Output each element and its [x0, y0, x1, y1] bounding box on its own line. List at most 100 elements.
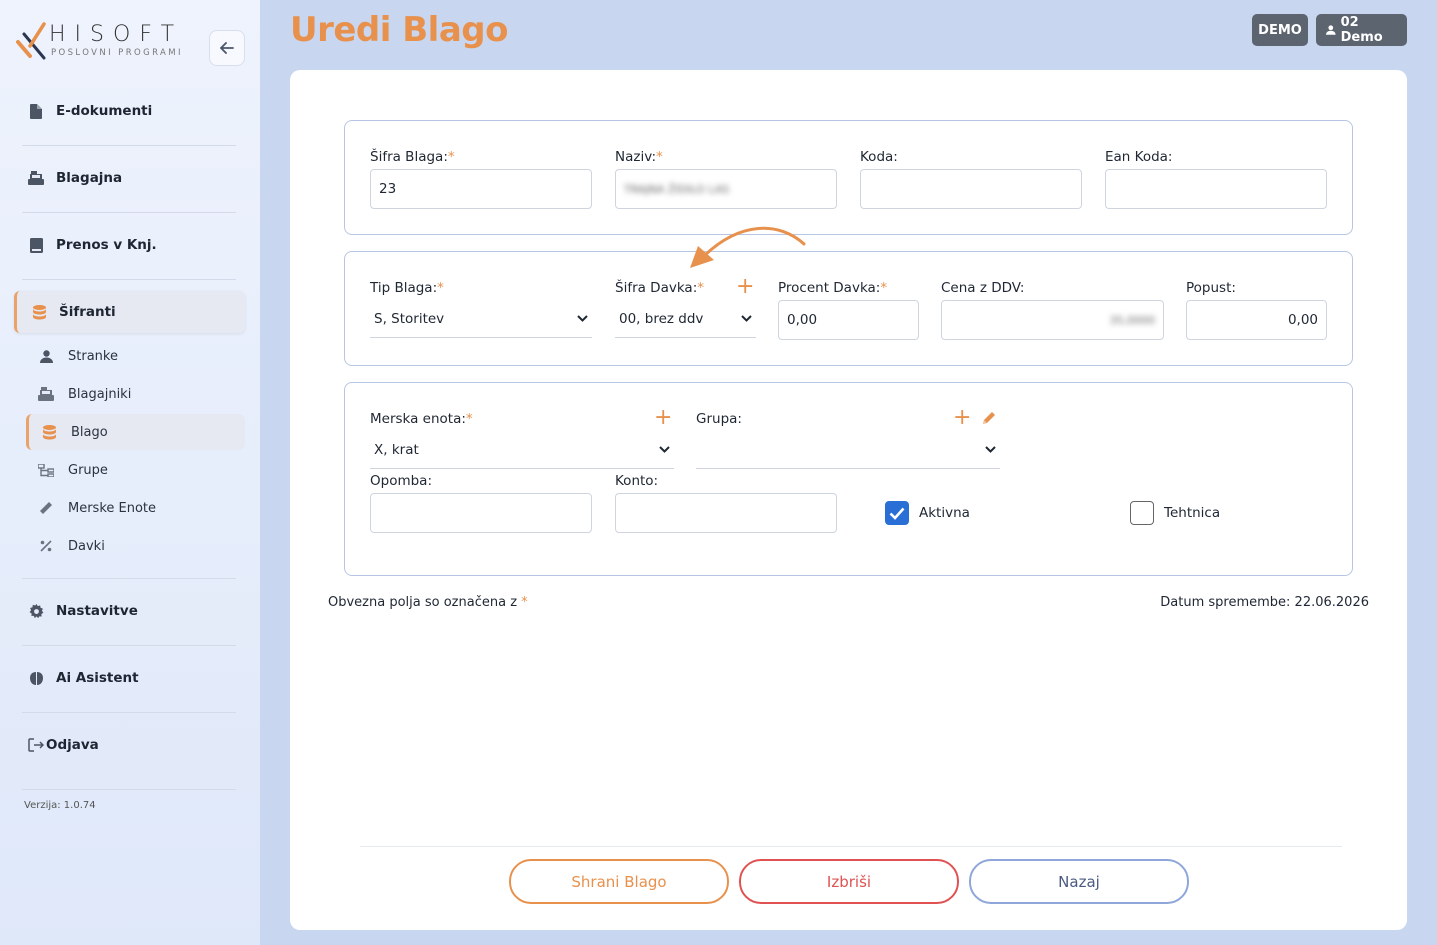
- chevron-down-icon: [985, 446, 996, 453]
- version-label: Verzija: 1.0.74: [24, 800, 96, 811]
- divider: [22, 645, 236, 646]
- nav-label: Prenos v Knj.: [56, 237, 157, 253]
- nav-label: Šifranti: [59, 304, 116, 320]
- subitem-label: Blago: [71, 424, 108, 440]
- merska-enota-select[interactable]: X, krat: [370, 431, 674, 469]
- gear-icon: [28, 603, 44, 619]
- divider: [22, 789, 236, 790]
- nav-label: E-dokumenti: [56, 103, 153, 119]
- percent-icon: [38, 538, 54, 554]
- delete-button[interactable]: Izbriši: [739, 859, 959, 904]
- divider: [360, 846, 1342, 847]
- koda-input[interactable]: [860, 169, 1082, 209]
- logout-icon: [28, 737, 44, 753]
- section-details: Merska enota:* + X, krat Grupa: + Opomba…: [344, 382, 1353, 576]
- section-pricing: Tip Blaga:* S, Storitev Šifra Davka:* + …: [344, 226, 1353, 366]
- sidebar-subitem-grupe[interactable]: Grupe: [26, 452, 245, 488]
- cena-z-ddv-input[interactable]: 35,0000: [941, 300, 1164, 340]
- chevron-down-icon: [659, 446, 670, 453]
- nav-item-prenos-v-knj[interactable]: Prenos v Knj.: [14, 224, 245, 266]
- subitem-label: Blagajniki: [68, 386, 132, 402]
- cash-register-icon: [28, 170, 44, 186]
- nav-item-e-dokumenti[interactable]: E-dokumenti: [14, 90, 245, 132]
- brain-icon: [28, 670, 44, 686]
- divider: [22, 279, 236, 280]
- cash-register-icon: [38, 386, 54, 402]
- merska-enota-value: X, krat: [374, 441, 419, 458]
- file-icon: [28, 103, 44, 119]
- nav-item-odjava[interactable]: Odjava: [14, 724, 245, 766]
- sifra-blaga-input[interactable]: 23: [370, 169, 592, 209]
- arrow-left-icon: [220, 42, 234, 54]
- ean-koda-input[interactable]: [1105, 169, 1327, 209]
- back-button[interactable]: Nazaj: [969, 859, 1189, 904]
- divider: [22, 578, 236, 579]
- sidebar-subitem-merske-enote[interactable]: Merske Enote: [26, 490, 245, 526]
- user-icon: [1326, 25, 1336, 35]
- procent-davka-input[interactable]: 0,00: [778, 300, 919, 340]
- nav-label: Ai Asistent: [56, 670, 139, 686]
- brand-name: HISOFT: [49, 22, 184, 47]
- tip-blaga-select[interactable]: S, Storitev: [370, 300, 592, 338]
- nav-label: Nastavitve: [56, 603, 138, 619]
- hisoft-logo: HISOFT POSLOVNI PROGRAMI: [16, 20, 196, 64]
- save-button[interactable]: Shrani Blago: [509, 859, 729, 904]
- sifra-davka-select[interactable]: 00, brez ddv: [615, 300, 756, 338]
- add-tax-plus-icon[interactable]: +: [736, 276, 754, 298]
- database-icon: [31, 304, 47, 320]
- cena-z-ddv-label: Cena z DDV:: [941, 280, 1025, 296]
- section-basic-info: Šifra Blaga:* 23 Naziv:* TRAJNA ŽIDILO L…: [344, 120, 1353, 235]
- opomba-label: Opomba:: [370, 473, 432, 489]
- aktivna-label: Aktivna: [919, 505, 970, 521]
- nav-item-ai-asistent[interactable]: Ai Asistent: [14, 657, 245, 699]
- sidebar-subitem-stranke[interactable]: Stranke: [26, 338, 245, 374]
- subitem-label: Stranke: [68, 348, 118, 364]
- tehtnica-label: Tehtnica: [1164, 505, 1221, 521]
- sifra-davka-label: Šifra Davka:*: [615, 280, 704, 296]
- add-group-plus-icon[interactable]: +: [953, 407, 971, 429]
- sidebar-subitem-blagajniki[interactable]: Blagajniki: [26, 376, 245, 412]
- subitem-label: Grupe: [68, 462, 108, 478]
- user-name: 02 Demo: [1340, 15, 1383, 45]
- nav-item-nastavitve[interactable]: Nastavitve: [14, 590, 245, 632]
- sitemap-icon: [38, 462, 54, 478]
- konto-label: Konto:: [615, 473, 659, 489]
- ean-koda-label: Ean Koda:: [1105, 149, 1173, 165]
- page-title: Uredi Blago: [290, 10, 508, 50]
- popust-label: Popust:: [1186, 280, 1236, 296]
- nav-item-blagajna[interactable]: Blagajna: [14, 157, 245, 199]
- brand-tagline: POSLOVNI PROGRAMI: [51, 48, 183, 58]
- checkmark-icon: [889, 507, 905, 520]
- user-menu-button[interactable]: 02 Demo: [1316, 14, 1407, 46]
- divider: [22, 212, 236, 213]
- sidebar-subitem-blago[interactable]: Blago: [26, 414, 245, 450]
- naziv-input[interactable]: TRAJNA ŽIDILO LAS: [615, 169, 837, 209]
- nav-item-sifranti[interactable]: Šifranti: [14, 291, 245, 333]
- naziv-label: Naziv:*: [615, 149, 663, 165]
- required-fields-note: Obvezna polja so označena z *: [328, 595, 528, 610]
- grupa-select[interactable]: [696, 431, 1000, 469]
- subitem-label: Davki: [68, 538, 105, 554]
- chevron-down-icon: [577, 315, 588, 322]
- grupa-label: Grupa:: [696, 411, 742, 427]
- sidebar: HISOFT POSLOVNI PROGRAMI E-dokumenti Bla…: [0, 0, 260, 945]
- chevron-down-icon: [741, 315, 752, 322]
- ruler-icon: [38, 500, 54, 516]
- sifra-davka-value: 00, brez ddv: [619, 310, 704, 327]
- koda-label: Koda:: [860, 149, 898, 165]
- popust-input[interactable]: 0,00: [1186, 300, 1327, 340]
- konto-input[interactable]: [615, 493, 837, 533]
- env-badge: DEMO: [1252, 14, 1308, 46]
- pencil-icon[interactable]: [981, 410, 997, 426]
- opomba-input[interactable]: [370, 493, 592, 533]
- subitem-label: Merske Enote: [68, 500, 157, 516]
- collapse-sidebar-button[interactable]: [209, 30, 245, 66]
- tehtnica-checkbox[interactable]: [1130, 501, 1154, 525]
- merska-enota-label: Merska enota:*: [370, 411, 473, 427]
- logo-mark-icon: [16, 22, 46, 60]
- database-icon: [41, 424, 57, 440]
- add-unit-plus-icon[interactable]: +: [654, 407, 672, 429]
- sidebar-subitem-davki[interactable]: Davki: [26, 528, 245, 564]
- nav-label: Odjava: [46, 737, 99, 753]
- aktivna-checkbox[interactable]: [885, 501, 909, 525]
